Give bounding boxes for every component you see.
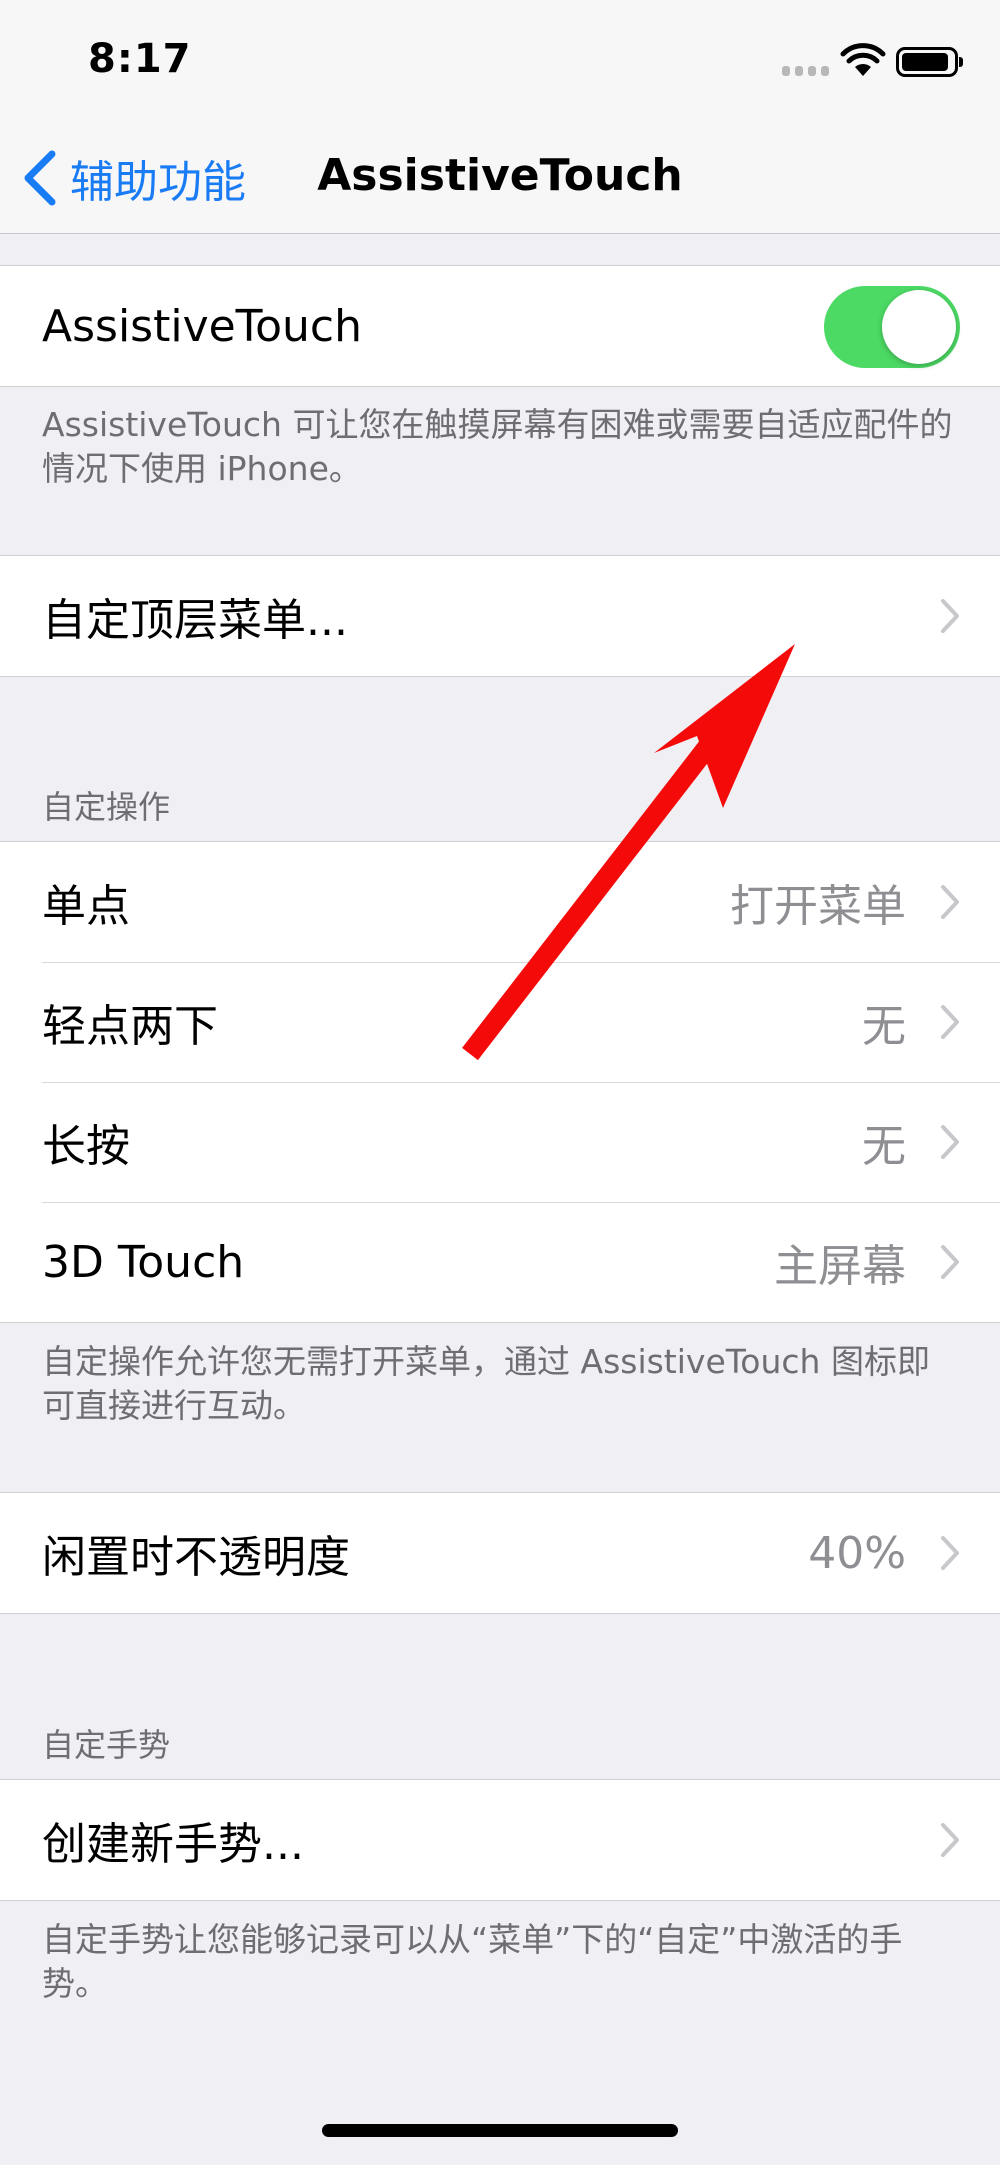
assistivetouch-row: AssistiveTouch (0, 266, 1000, 386)
navigation-bar: 辅助功能 AssistiveTouch (0, 120, 1000, 234)
custom-gestures-description: 自定手势让您能够记录可以从“菜单”下的“自定”中激活的手势。 (42, 1920, 903, 2003)
home-indicator (322, 2124, 678, 2137)
chevron-right-icon (941, 1823, 959, 1857)
3d-touch-value: 主屏幕 (774, 1241, 906, 1292)
double-tap-value: 无 (862, 1001, 906, 1052)
idle-opacity-label: 闲置时不透明度 (42, 1532, 350, 1583)
wifi-icon (840, 43, 886, 76)
customize-top-menu-label: 自定顶层菜单... (42, 595, 348, 646)
assistivetouch-label: AssistiveTouch (42, 300, 362, 352)
chevron-right-icon (941, 1245, 959, 1279)
idle-opacity-value: 40% (808, 1527, 906, 1579)
assistivetouch-group: AssistiveTouch (0, 265, 1000, 387)
long-press-label: 长按 (42, 1121, 130, 1172)
single-tap-label: 单点 (42, 881, 130, 932)
chevron-right-icon (941, 1125, 959, 1159)
chevron-right-icon (941, 1005, 959, 1039)
action-row-single-tap[interactable]: 单点 打开菜单 (0, 842, 1000, 962)
action-row-long-press[interactable]: 长按 无 (0, 1082, 1000, 1202)
chevron-right-icon (941, 1536, 959, 1570)
chevron-right-icon (941, 599, 959, 633)
assistivetouch-description: AssistiveTouch 可让您在触摸屏幕有困难或需要自适应配件的情况下使用… (42, 405, 953, 488)
battery-icon (896, 47, 963, 77)
3d-touch-label: 3D Touch (42, 1236, 245, 1288)
idle-opacity-row[interactable]: 闲置时不透明度 40% (0, 1493, 1000, 1613)
custom-gestures-group: 创建新手势... (0, 1779, 1000, 1901)
action-row-3d-touch[interactable]: 3D Touch 主屏幕 (0, 1202, 1000, 1322)
custom-actions-group: 单点 打开菜单 轻点两下 无 长按 无 3D Touch 主屏幕 (0, 841, 1000, 1323)
top-menu-group: 自定顶层菜单... (0, 555, 1000, 677)
custom-gestures-header: 自定手势 (42, 1726, 171, 1764)
customize-top-menu-row[interactable]: 自定顶层菜单... (0, 556, 1000, 676)
long-press-value: 无 (862, 1121, 906, 1172)
status-bar: 8:17 (0, 0, 1000, 120)
assistivetouch-toggle[interactable] (824, 286, 960, 368)
idle-opacity-group: 闲置时不透明度 40% (0, 1492, 1000, 1614)
chevron-right-icon (941, 885, 959, 919)
action-row-double-tap[interactable]: 轻点两下 无 (0, 962, 1000, 1082)
status-time: 8:17 (88, 36, 192, 82)
double-tap-label: 轻点两下 (42, 1001, 218, 1052)
custom-actions-description: 自定操作允许您无需打开菜单，通过 AssistiveTouch 图标即可直接进行… (42, 1342, 930, 1425)
single-tap-value: 打开菜单 (730, 881, 906, 932)
create-new-gesture-row[interactable]: 创建新手势... (0, 1780, 1000, 1900)
create-new-gesture-label: 创建新手势... (42, 1819, 304, 1870)
page-title: AssistiveTouch (317, 150, 683, 201)
custom-actions-header: 自定操作 (42, 788, 171, 826)
cellular-signal-icon (782, 66, 830, 76)
toggle-knob (882, 290, 956, 364)
